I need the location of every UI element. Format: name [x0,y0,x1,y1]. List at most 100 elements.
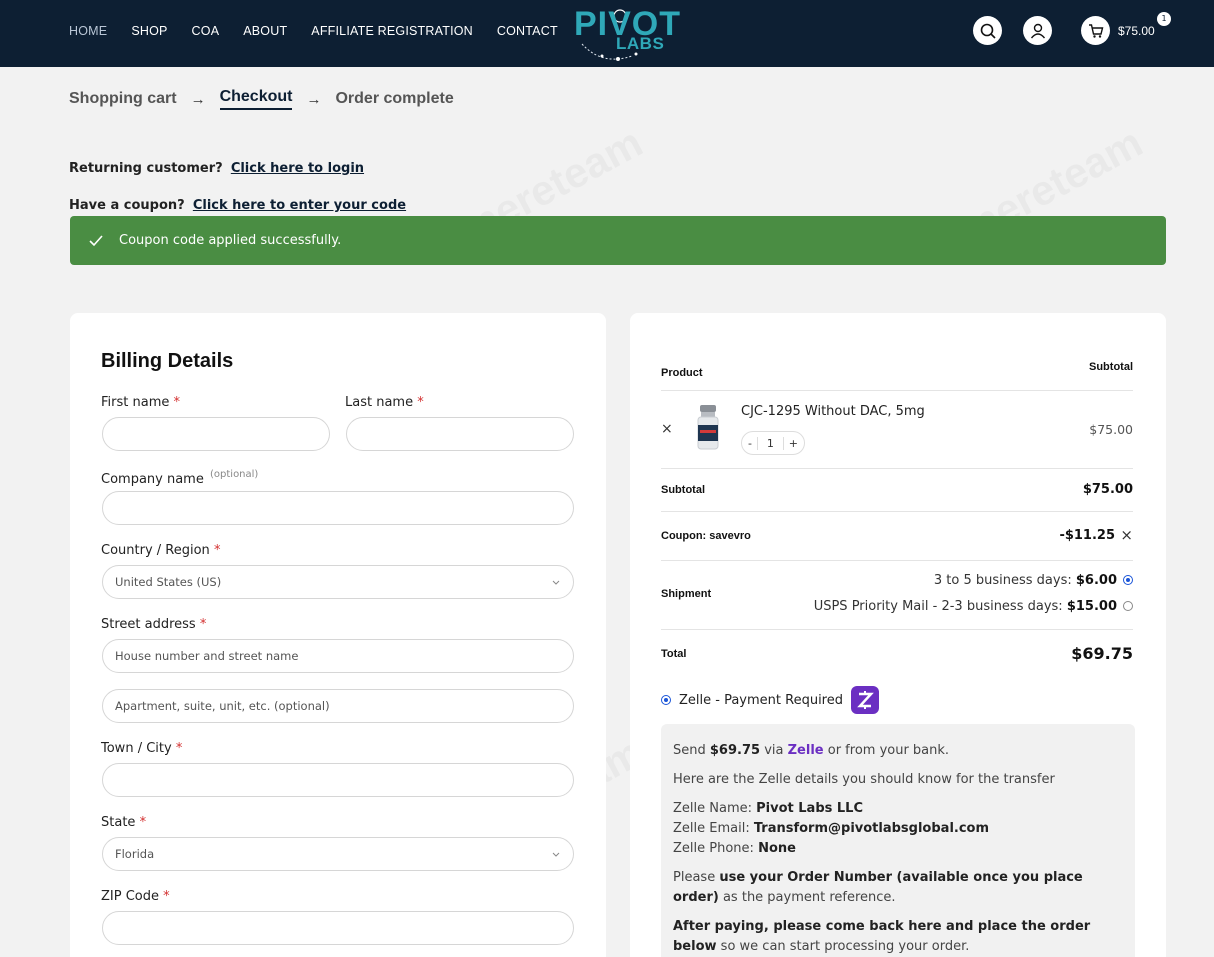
coupon-applied-label: Coupon: savevro [661,530,751,542]
quantity-value[interactable]: 1 [756,436,784,450]
subtotal-row: Subtotal $75.00 [661,469,1133,512]
nav-shop[interactable]: SHOP [131,23,167,39]
zelle-phone-line: Zelle Phone: None [673,841,796,856]
user-icon [1030,23,1045,38]
coupon-discount-value: -$11.25 [1059,528,1115,543]
login-link[interactable]: Click here to login [231,161,364,176]
apartment-input[interactable]: Apartment, suite, unit, etc. (optional) [102,689,574,723]
zip-label: ZIP Code * [101,889,170,904]
arrow-right-icon: → [190,90,206,108]
payment-radio-selected[interactable] [661,695,671,705]
total-value: $69.75 [1071,644,1133,663]
first-name-label: First name * [101,395,180,410]
chevron-down-icon [552,852,560,857]
quantity-stepper: - 1 + [741,431,805,455]
main-nav: HOME SHOP COA ABOUT AFFILIATE REGISTRATI… [69,23,582,39]
billing-title: Billing Details [101,350,234,372]
zelle-intro: Here are the Zelle details you should kn… [673,772,1055,787]
state-select[interactable]: Florida [102,837,574,871]
payment-method-zelle[interactable]: Zelle - Payment Required [661,685,879,715]
street-input[interactable]: House number and street name [102,639,574,673]
coupon-label: Have a coupon? [69,198,185,213]
shipping-option-standard[interactable]: 3 to 5 business days: $6.00 [934,573,1133,588]
subtotal-column-header: Subtotal [1089,361,1133,373]
product-vial-image [697,405,719,450]
cart-total[interactable]: $75.00 [1118,24,1155,38]
order-card: Product Subtotal × CJC-1295 Without DAC,… [630,313,1166,957]
last-name-input[interactable] [346,417,574,451]
step-cart[interactable]: Shopping cart [69,90,177,108]
zelle-name-line: Zelle Name: Pivot Labs LLC [673,801,864,816]
total-label: Total [661,648,687,660]
payment-label: Zelle - Payment Required [679,692,843,708]
last-name-label: Last name * [345,395,424,410]
cart-count-badge: 1 [1157,12,1171,26]
logo-sub-text: LABS [616,34,665,53]
decrease-quantity-button[interactable]: - [748,437,752,450]
street-label: Street address * [101,617,207,632]
zelle-email-line: Zelle Email: Transform@pivotlabsglobal.c… [673,821,990,836]
chevron-down-icon [552,580,560,585]
shipment-label: Shipment [661,588,712,600]
site-logo[interactable]: PIVOT LABS [572,4,680,62]
nav-home[interactable]: HOME [69,23,107,39]
shipping-option-priority[interactable]: USPS Priority Mail - 2-3 business days: … [814,599,1133,614]
order-table-header: Product Subtotal [661,361,1133,391]
zelle-instructions: Send $69.75 via Zelle or from your bank.… [661,724,1135,957]
check-icon [89,234,103,246]
street-placeholder: House number and street name [115,649,299,663]
shipment-row: Shipment 3 to 5 business days: $6.00 USP… [661,561,1133,630]
cart-icon [1088,23,1103,38]
zelle-logo-icon [851,686,879,714]
state-label: State * [101,815,147,830]
cart-button[interactable] [1081,16,1110,45]
coupon-row: Coupon: savevro -$11.25 × [661,512,1133,561]
zelle-link[interactable]: Zelle [788,743,824,758]
nav-coa[interactable]: COA [192,23,220,39]
returning-label: Returning customer? [69,161,223,176]
increase-quantity-button[interactable]: + [789,437,798,450]
first-name-input[interactable] [102,417,330,451]
remove-item-icon[interactable]: × [661,421,673,437]
nav-about[interactable]: ABOUT [243,23,287,39]
country-select[interactable]: United States (US) [102,565,574,599]
state-value: Florida [115,847,155,861]
coupon-link[interactable]: Click here to enter your code [193,198,406,213]
returning-customer-notice: Returning customer? Click here to login [69,161,364,176]
zip-input[interactable] [102,911,574,945]
total-row: Total $69.75 [661,630,1133,680]
site-header: HOME SHOP COA ABOUT AFFILIATE REGISTRATI… [0,0,1214,67]
arrow-right-icon: → [306,90,322,108]
product-column-header: Product [661,367,703,379]
search-button[interactable] [973,16,1002,45]
zelle-after-line: After paying, please come back here and … [673,919,1091,954]
country-value: United States (US) [115,575,222,589]
company-input[interactable] [102,491,574,525]
nav-affiliate[interactable]: AFFILIATE REGISTRATION [311,23,473,39]
success-message: Coupon code applied successfully. [70,216,1166,265]
subtotal-label: Subtotal [661,484,705,496]
country-label: Country / Region * [101,543,221,558]
item-name[interactable]: CJC-1295 Without DAC, 5mg [741,404,925,419]
city-input[interactable] [102,763,574,797]
radio-selected[interactable] [1123,575,1133,585]
checkout-steps: Shopping cart → Checkout → Order complet… [69,88,454,110]
remove-coupon-icon[interactable]: × [1120,526,1133,544]
city-label: Town / City * [101,741,183,756]
success-text: Coupon code applied successfully. [119,233,342,248]
item-price: $75.00 [1089,422,1133,437]
zelle-send-line: Send $69.75 via Zelle or from your bank. [673,743,950,758]
company-label: Company name (optional) [101,469,259,487]
zelle-reference-line: Please use your Order Number (available … [673,870,1083,905]
radio-unselected[interactable] [1123,601,1133,611]
subtotal-value: $75.00 [1082,482,1133,497]
order-item-row: × CJC-1295 Without DAC, 5mg - 1 + $75.00 [661,391,1133,469]
coupon-notice: Have a coupon? Click here to enter your … [69,198,406,213]
step-complete: Order complete [335,90,454,107]
step-checkout[interactable]: Checkout [219,88,293,110]
billing-card: Billing Details First name * Last name *… [70,313,606,957]
nav-contact[interactable]: CONTACT [497,23,558,39]
search-icon [980,23,996,39]
apartment-placeholder: Apartment, suite, unit, etc. (optional) [115,699,330,713]
account-button[interactable] [1023,16,1052,45]
